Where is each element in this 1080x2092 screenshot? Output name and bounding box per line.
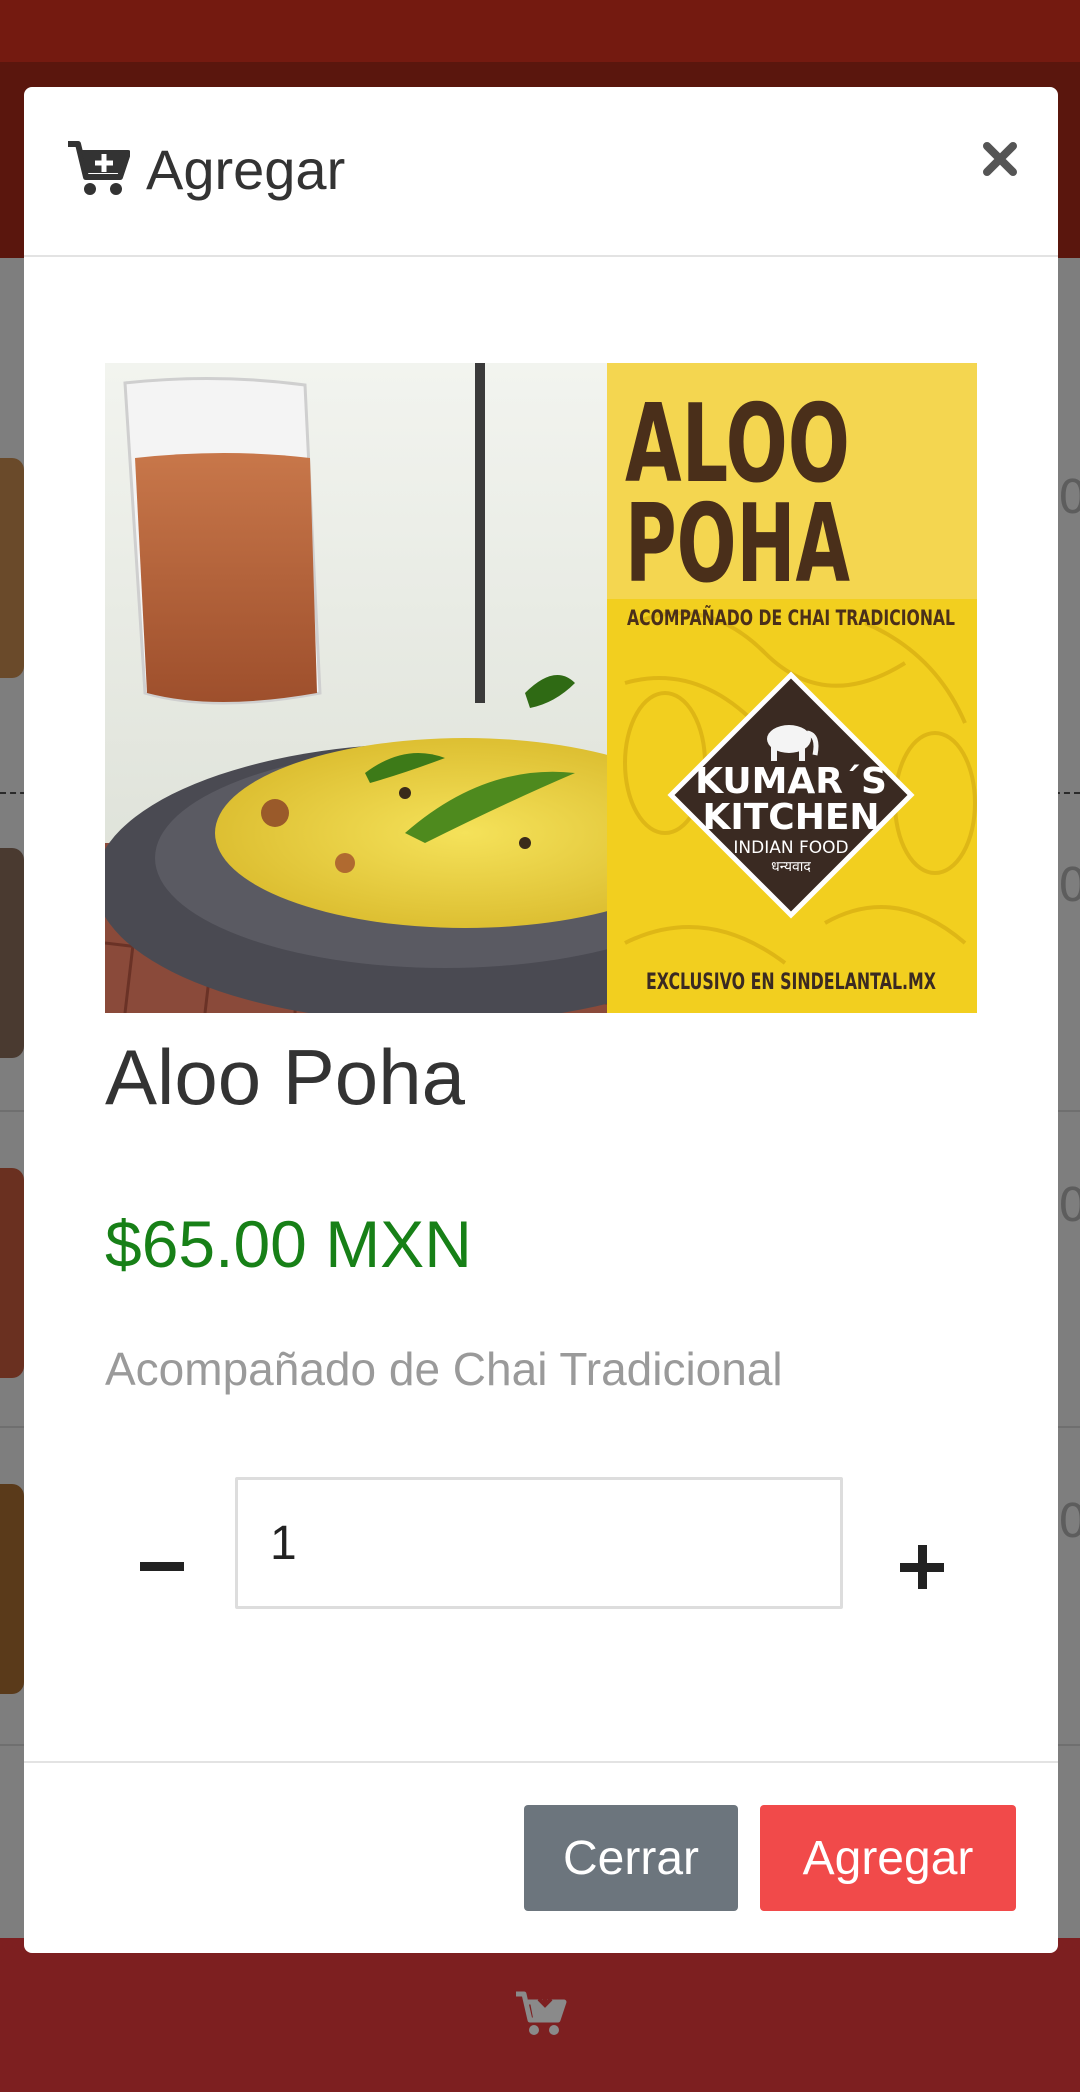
close-icon[interactable] (980, 139, 1020, 179)
poster-brand-line-4: धन्यवाद (771, 859, 811, 875)
list-item-price: 0 (1058, 470, 1080, 524)
product-name: Aloo Poha (105, 1033, 465, 1121)
top-app-bar (0, 0, 1080, 62)
poster-footer: EXCLUSIVO EN SINDELANTAL.MX (646, 970, 936, 995)
minus-icon (140, 1562, 184, 1571)
add-to-cart-button[interactable]: Agregar (760, 1805, 1016, 1911)
poster-brand-line-3: INDIAN FOOD (733, 838, 848, 858)
list-item-thumbnail (0, 1168, 24, 1378)
product-price: $65.00 MXN (105, 1207, 472, 1281)
add-to-cart-modal: Agregar ALOO POHA ACOMPAÑADO DE CHAI TRA… (24, 87, 1058, 1953)
modal-title: Agregar (146, 138, 346, 201)
quantity-decrement-button[interactable] (122, 1527, 202, 1607)
quantity-increment-button[interactable] (882, 1527, 962, 1607)
modal-header: Agregar (24, 87, 1058, 257)
list-item-price: 0 (1058, 858, 1080, 912)
plus-icon (900, 1545, 944, 1589)
poster-subtitle: ACOMPAÑADO DE CHAI TRADICIONAL (627, 605, 955, 630)
poster-brand-line-2: KITCHEN (702, 797, 879, 838)
product-image: ALOO POHA ACOMPAÑADO DE CHAI TRADICIONAL… (105, 363, 977, 1013)
list-item-thumbnail (0, 458, 24, 678)
poster-brand-line-1: KUMAR´S (695, 761, 887, 802)
list-item-price: 0 (1058, 1178, 1080, 1232)
list-item-thumbnail (0, 1484, 24, 1694)
cancel-button[interactable]: Cerrar (524, 1805, 738, 1911)
cart-plus-icon (68, 141, 130, 195)
product-photo: ALOO POHA ACOMPAÑADO DE CHAI TRADICIONAL… (105, 363, 977, 1013)
product-description: Acompañado de Chai Tradicional (105, 1343, 783, 1395)
list-item-price: 0 (1058, 1494, 1080, 1548)
cart-download-icon[interactable] (514, 1990, 568, 2038)
quantity-input[interactable] (235, 1477, 843, 1609)
list-item-thumbnail (0, 848, 24, 1058)
bottom-cart-bar[interactable] (0, 1938, 1080, 2092)
poster-headline-2: POHA (625, 482, 850, 607)
